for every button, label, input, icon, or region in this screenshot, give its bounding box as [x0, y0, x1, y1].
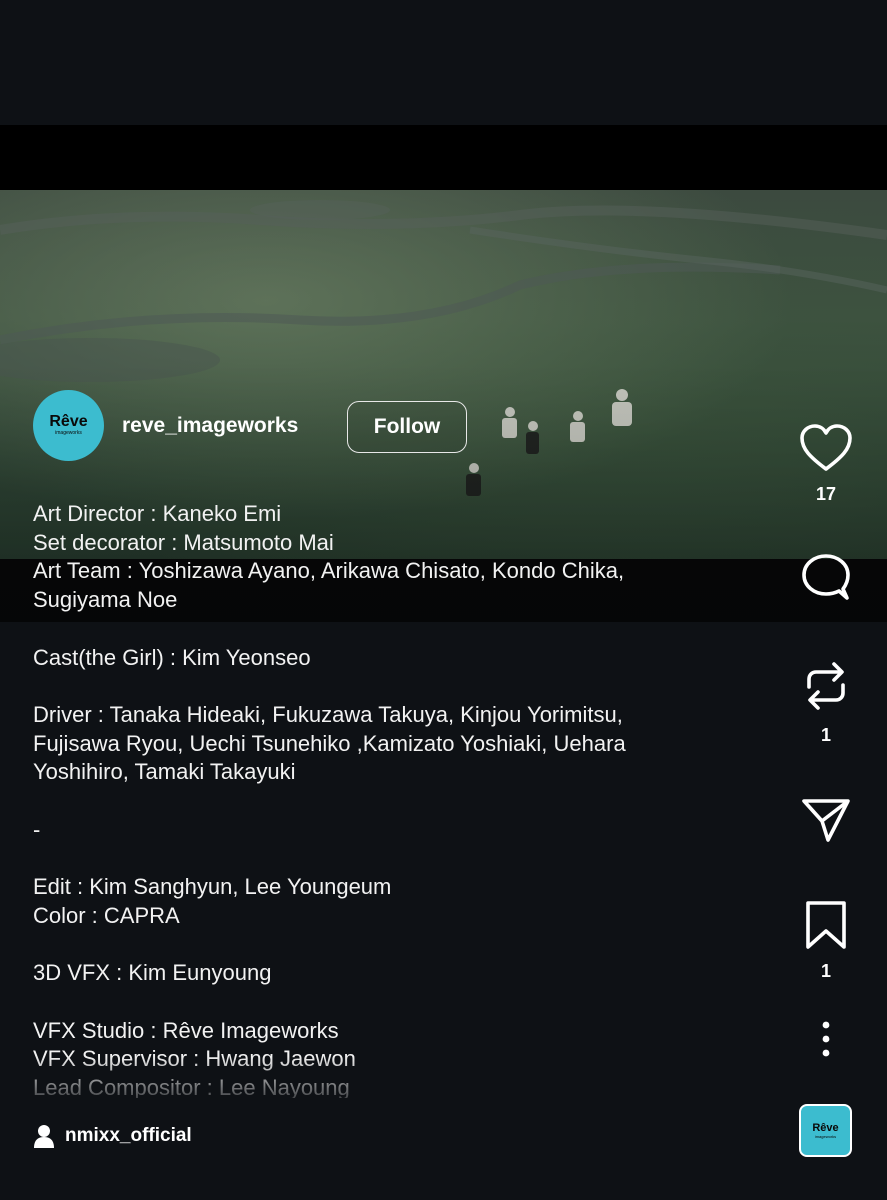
save-action[interactable]: 1 — [790, 899, 862, 982]
avatar-logo-subtext: imageworks — [55, 430, 82, 436]
more-action[interactable] — [790, 1020, 862, 1058]
tagged-user[interactable]: nmixx_official — [33, 1124, 192, 1148]
author-username[interactable]: reve_imageworks — [122, 414, 298, 438]
post-author[interactable]: Rêve imageworks reve_imageworks — [33, 390, 298, 461]
caption-line — [33, 787, 753, 816]
post-caption[interactable]: Art Director : Kaneko Emi Set decorator :… — [33, 500, 753, 1098]
caption-line — [33, 988, 753, 1017]
comment-action[interactable] — [790, 553, 862, 607]
comment-icon[interactable] — [799, 553, 853, 607]
bookmark-icon[interactable] — [804, 899, 848, 951]
repost-icon[interactable] — [801, 657, 851, 715]
share-action[interactable] — [790, 795, 862, 845]
caption-line: 3D VFX : Kim Eunyoung — [33, 960, 272, 986]
like-count: 17 — [815, 484, 837, 504]
caption-line — [33, 844, 753, 873]
caption-line: Driver : Tanaka Hideaki, Fukuzawa Takuya… — [33, 701, 623, 727]
author-avatar[interactable]: Rêve imageworks — [33, 390, 104, 461]
audio-avatar[interactable]: Rêve imageworks — [799, 1104, 852, 1157]
caption-line: Cast(the Girl) : Kim Yeonseo — [33, 644, 311, 670]
caption-line: - — [33, 816, 41, 842]
repost-count: 1 — [820, 725, 831, 745]
audio-avatar-subtext: imageworks — [814, 1133, 837, 1139]
caption-line: VFX Studio : Rêve Imageworks — [33, 1017, 339, 1043]
caption-line: Color : CAPRA — [33, 902, 180, 928]
caption-line: Yoshihiro, Tamaki Takayuki — [33, 759, 296, 785]
caption-line: Art Director : Kaneko Emi — [33, 501, 282, 526]
audio-avatar-text: Rêve — [812, 1121, 839, 1134]
follow-button[interactable]: Follow — [347, 401, 467, 453]
avatar-logo-text: Rêve — [49, 413, 88, 430]
caption-line: Edit : Kim Sanghyun, Lee Youngeum — [33, 874, 392, 900]
caption-line: Fujisawa Ryou, Uechi Tsunehiko ,Kamizato… — [33, 730, 626, 756]
caption-line: VFX Supervisor : Hwang Jaewon — [33, 1046, 356, 1072]
save-count: 1 — [820, 961, 831, 981]
caption-line — [33, 672, 753, 701]
top-bar — [0, 0, 887, 125]
tagged-username[interactable]: nmixx_official — [65, 1125, 192, 1147]
send-icon[interactable] — [800, 795, 852, 845]
heart-icon[interactable] — [798, 422, 854, 474]
person-icon — [33, 1124, 55, 1148]
caption-line — [33, 930, 753, 959]
like-action[interactable]: 17 — [790, 422, 862, 505]
video-letterbox — [0, 125, 887, 190]
repost-action[interactable]: 1 — [790, 657, 862, 746]
caption-line: Lead Compositor : Lee Nayoung — [33, 1074, 350, 1098]
caption-line: Sugiyama Noe — [33, 587, 178, 613]
caption-line: Art Team : Yoshizawa Ayano, Arikawa Chis… — [33, 558, 625, 584]
more-vertical-icon[interactable] — [820, 1020, 832, 1058]
caption-line — [33, 615, 753, 644]
caption-line: Set decorator : Matsumoto Mai — [33, 529, 334, 555]
